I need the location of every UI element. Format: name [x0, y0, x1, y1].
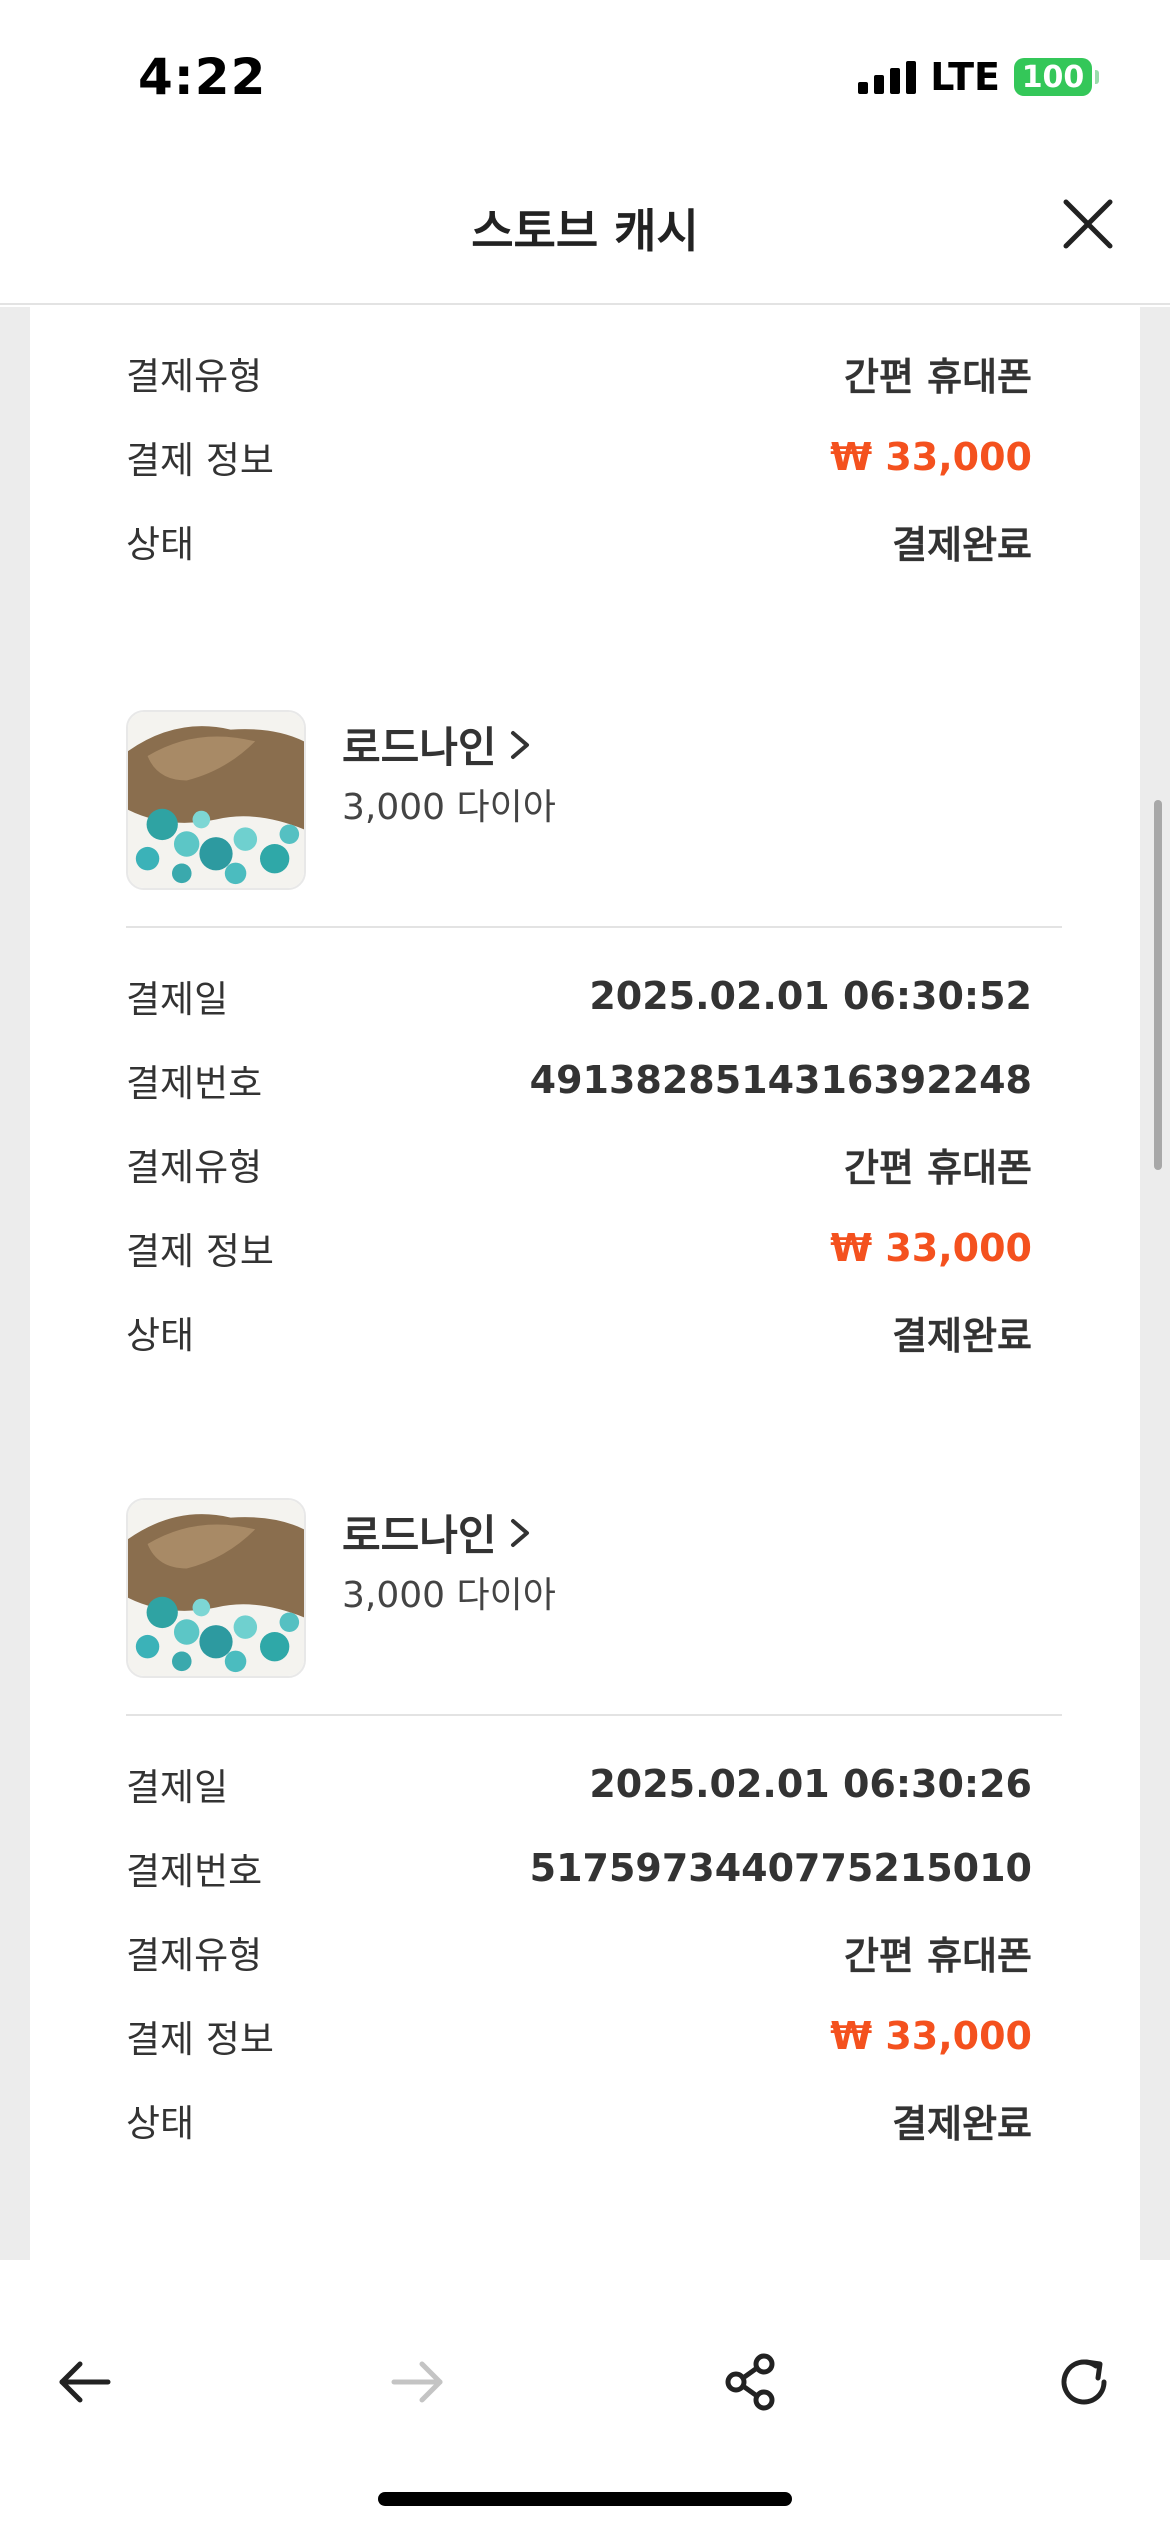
payment-amount: ₩ 33,000: [830, 435, 1032, 479]
product-thumbnail: [126, 1498, 306, 1678]
payment-field-row: 결제유형 간편 휴대폰: [126, 343, 1032, 403]
product-name: 로드나인: [342, 723, 497, 772]
payment-field-row: 결제일 2025.02.01 06:30:52: [126, 966, 1032, 1026]
scrollbar[interactable]: [1154, 800, 1162, 1170]
product-name: 로드나인: [342, 1511, 497, 1560]
field-label: 상태: [126, 523, 195, 566]
chevron-right-icon: [510, 1518, 529, 1547]
field-value: 간편 휴대폰: [843, 354, 1032, 399]
payment-amount: ₩ 33,000: [830, 2014, 1032, 2058]
share-icon[interactable]: [710, 2342, 790, 2422]
field-label: 결제유형: [126, 1146, 263, 1189]
payment-number: 5175973440775215010: [529, 1846, 1032, 1890]
payment-type: 간편 휴대폰: [843, 1933, 1032, 1978]
field-label: 결제번호: [126, 1850, 263, 1893]
field-label: 결제 정보: [126, 2018, 274, 2061]
payment-field-row: 결제 정보 ₩ 33,000: [126, 1218, 1032, 1278]
status-indicators: LTE 100: [858, 55, 1099, 99]
payment-field-row: 상태 결제완료: [126, 1302, 1032, 1362]
payment-history-list[interactable]: 결제유형 간편 휴대폰 결제 정보 ₩ 33,000 상태 결제완료 로드나인 …: [0, 307, 1170, 2260]
status-value: 결제완료: [892, 522, 1032, 567]
payment-field-row: 결제일 2025.02.01 06:30:26: [126, 1754, 1032, 1814]
payment-field-row: 결제유형 간편 휴대폰: [126, 1134, 1032, 1194]
field-label: 결제유형: [126, 1934, 263, 1977]
product-item: 3,000 다이아: [342, 1575, 556, 1616]
product-thumbnail: [126, 710, 306, 890]
page-header: 스토브 캐시: [0, 150, 1170, 305]
battery-icon: 100: [1014, 58, 1099, 96]
field-label: 결제번호: [126, 1062, 263, 1105]
field-label: 결제유형: [126, 355, 263, 398]
field-label: 상태: [126, 2102, 195, 2145]
payment-field-row: 상태 결제완료: [126, 2090, 1032, 2150]
divider: [126, 926, 1062, 928]
payment-amount: ₩ 33,000: [830, 1226, 1032, 1270]
payment-field-row: 결제 정보 ₩ 33,000: [126, 2006, 1032, 2066]
divider: [126, 1714, 1062, 1716]
status-bar: 4:22 LTE 100: [0, 0, 1170, 150]
field-label: 결제 정보: [126, 439, 274, 482]
payment-sheet: 결제유형 간편 휴대폰 결제 정보 ₩ 33,000 상태 결제완료 로드나인 …: [30, 307, 1140, 2260]
field-label: 결제 정보: [126, 1230, 274, 1273]
payment-field-row: 결제번호 5175973440775215010: [126, 1838, 1032, 1898]
home-indicator[interactable]: [378, 2492, 792, 2506]
browser-toolbar: [0, 2260, 1170, 2532]
payment-number: 4913828514316392248: [529, 1058, 1032, 1102]
product-item: 3,000 다이아: [342, 787, 556, 828]
payment-date: 2025.02.01 06:30:26: [589, 1762, 1032, 1806]
page-title: 스토브 캐시: [471, 204, 699, 258]
chevron-right-icon: [510, 730, 529, 759]
refresh-icon[interactable]: [1044, 2342, 1124, 2422]
status-value: 결제완료: [892, 2101, 1032, 2146]
status-value: 결제완료: [892, 1313, 1032, 1358]
field-label: 결제일: [126, 1766, 229, 1809]
status-time: 4:22: [138, 48, 267, 106]
field-label: 결제일: [126, 978, 229, 1021]
network-type: LTE: [930, 55, 1000, 99]
signal-icon: [858, 60, 917, 94]
product-link[interactable]: 로드나인: [342, 714, 533, 775]
payment-field-row: 상태 결제완료: [126, 511, 1032, 571]
forward-arrow-icon[interactable]: [378, 2342, 458, 2422]
product-card: 로드나인 3,000 다이아: [126, 710, 1032, 890]
payment-type: 간편 휴대폰: [843, 1145, 1032, 1190]
close-icon[interactable]: [1058, 194, 1118, 254]
back-arrow-icon[interactable]: [44, 2342, 124, 2422]
payment-field-row: 결제번호 4913828514316392248: [126, 1050, 1032, 1110]
product-link[interactable]: 로드나인: [342, 1502, 533, 1563]
field-label: 상태: [126, 1314, 195, 1357]
payment-field-row: 결제 정보 ₩ 33,000: [126, 427, 1032, 487]
payment-date: 2025.02.01 06:30:52: [589, 974, 1032, 1018]
payment-field-row: 결제유형 간편 휴대폰: [126, 1922, 1032, 1982]
product-card: 로드나인 3,000 다이아: [126, 1498, 1032, 1678]
